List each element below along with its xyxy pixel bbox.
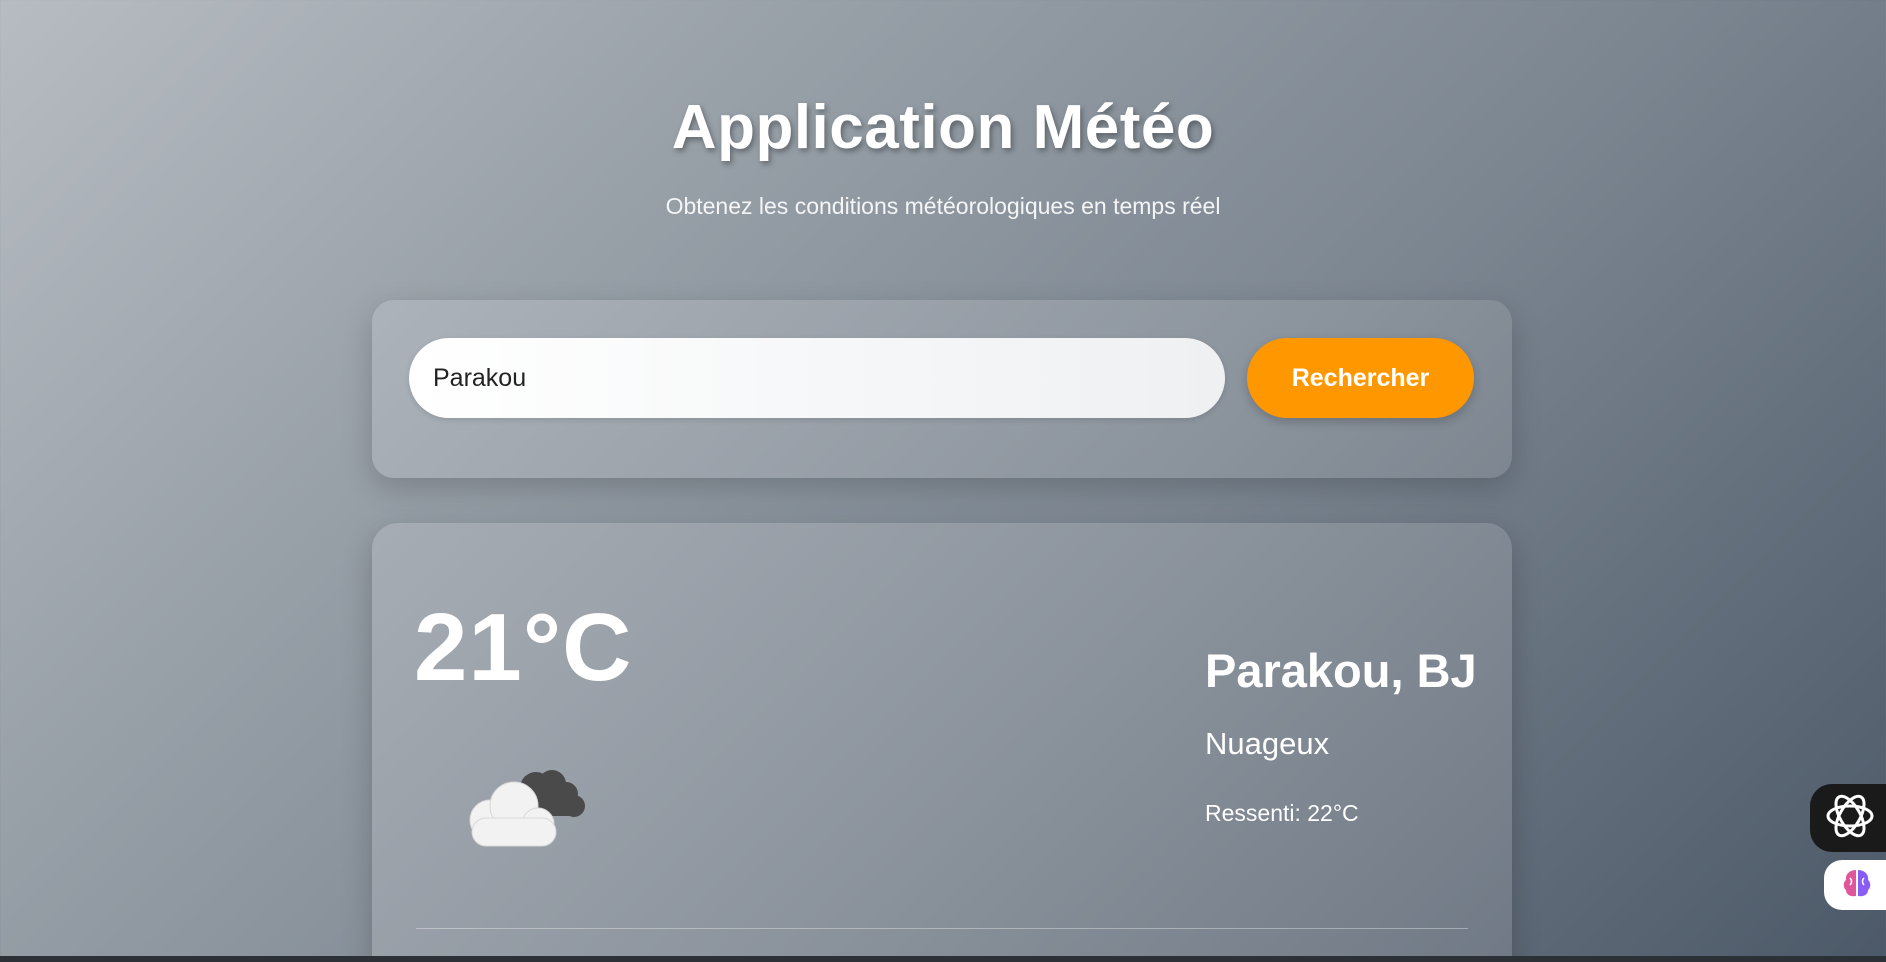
city-search-input[interactable] xyxy=(409,338,1225,418)
page-title: Application Météo xyxy=(671,93,1215,162)
brain-icon xyxy=(1840,866,1874,905)
openai-icon xyxy=(1824,790,1876,847)
weather-card: 21°C Parakou, BJ Nuageux Ressenti: 22°C xyxy=(372,523,1512,962)
feels-like-temperature: Ressenti: 22°C xyxy=(1205,800,1359,826)
search-button[interactable]: Rechercher xyxy=(1247,338,1474,418)
cloud-icon xyxy=(454,758,594,858)
brain-widget-button[interactable] xyxy=(1824,860,1886,910)
card-divider xyxy=(416,928,1468,929)
app-header: Application Météo Obtenez les conditions… xyxy=(0,92,1886,220)
location-info: Parakou, BJ Nuageux Ressenti: 22°C xyxy=(1205,643,1477,827)
bottom-bar xyxy=(0,956,1886,962)
page-subtitle: Obtenez les conditions météorologiques e… xyxy=(665,193,1221,219)
search-card: Rechercher xyxy=(372,300,1512,478)
temperature-value: 21°C xyxy=(414,594,633,701)
weather-condition: Nuageux xyxy=(1205,726,1330,761)
city-name: Parakou, BJ xyxy=(1205,644,1477,697)
openai-widget-button[interactable] xyxy=(1810,784,1886,852)
